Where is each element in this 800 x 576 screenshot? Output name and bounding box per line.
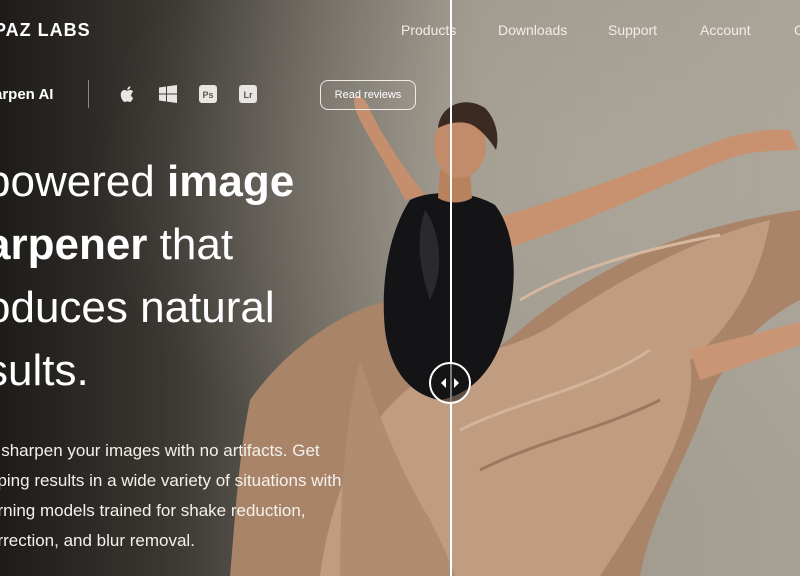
lightroom-label: Lr (244, 90, 253, 100)
split-arrows-icon (441, 378, 459, 388)
headline-line-4: sults. (0, 346, 89, 395)
nav-downloads[interactable]: Downloads (498, 22, 567, 38)
top-navigation: PAZ LABS Products Downloads Support Acco… (0, 0, 800, 60)
comparison-handle[interactable] (429, 362, 471, 404)
hero-headline: powered image arpener that oduces natura… (0, 150, 406, 402)
apple-icon (120, 86, 134, 102)
headline-line-2: arpener that (0, 220, 234, 269)
nav-products[interactable]: Products (401, 22, 456, 38)
description-line-3: arning models trained for shake reductio… (0, 501, 306, 520)
description-line-2: pping results in a wide variety of situa… (0, 471, 342, 490)
nav-account[interactable]: Account (700, 22, 751, 38)
product-divider (88, 80, 89, 108)
headline-line-1: powered image (0, 157, 295, 206)
windows-icon (159, 85, 177, 103)
headline-line-3: oduces natural (0, 283, 275, 332)
nav-cart[interactable]: C (794, 22, 800, 38)
description-line-1: y sharpen your images with no artifacts.… (0, 441, 320, 460)
product-name: arpen AI (0, 86, 54, 103)
photoshop-label: Ps (202, 90, 213, 100)
photoshop-icon: Ps (199, 85, 217, 103)
hero-description: y sharpen your images with no artifacts.… (0, 436, 408, 556)
description-line-4: orrection, and blur removal. (0, 531, 195, 550)
brand-logo[interactable]: PAZ LABS (0, 20, 91, 41)
lightroom-icon: Lr (239, 85, 257, 103)
read-reviews-button[interactable]: Read reviews (320, 80, 416, 110)
comparison-divider[interactable] (450, 0, 452, 576)
nav-support[interactable]: Support (608, 22, 657, 38)
hero-image: PAZ LABS Products Downloads Support Acco… (0, 0, 800, 576)
